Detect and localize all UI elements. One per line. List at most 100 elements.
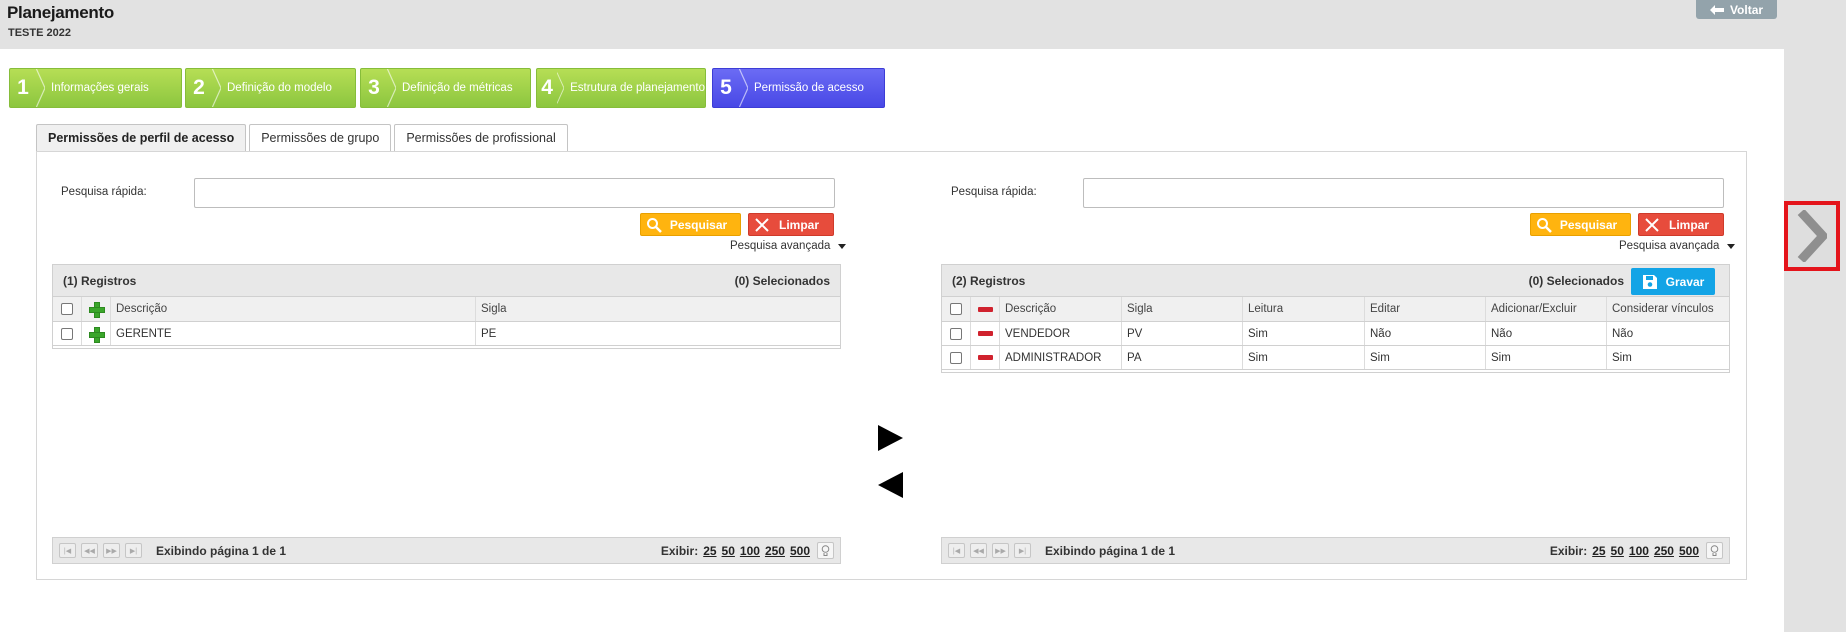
page-size-50[interactable]: 50 [1611,544,1624,558]
step-separator-icon [557,72,565,104]
left-advanced-search[interactable]: Pesquisa avançada [730,240,847,252]
step-number: 2 [193,76,205,99]
left-records-count: (1) Registros [63,273,137,288]
plus-icon[interactable] [89,326,105,343]
row-checkbox[interactable] [61,327,73,340]
left-clear-button[interactable]: Limpar [748,213,834,236]
left-selected-count: (0) Selecionados [734,273,830,288]
table-row[interactable]: ADMINISTRADOR PA Sim Sim Sim Sim [942,346,1729,370]
column-header-sigla[interactable]: Sigla [1122,297,1243,321]
table-row[interactable]: GERENTE PE [53,322,840,346]
cell-leitura[interactable]: Sim [1243,346,1365,369]
cell-considerar-vinculos[interactable]: Sim [1607,346,1729,369]
cell-adicionar-excluir[interactable]: Não [1486,322,1607,345]
right-advanced-search-label: Pesquisa avançada [1619,240,1720,252]
left-pager-nav: |◀ ◀◀ ▶▶ ▶| [59,543,142,558]
page-size-100[interactable]: 100 [740,544,760,558]
next-page-icon[interactable]: ▶▶ [103,543,120,558]
right-pager-info: Exibindo página 1 de 1 [1045,543,1176,558]
cell-descricao: ADMINISTRADOR [1000,346,1122,369]
page-size-100[interactable]: 100 [1629,544,1649,558]
x-icon [1639,217,1665,232]
right-select-all-checkbox[interactable] [950,303,962,315]
left-search-button[interactable]: Pesquisar [640,213,741,236]
minus-icon[interactable] [977,306,993,312]
tab-perfil-de-acesso[interactable]: Permissões de perfil de acesso [36,124,247,151]
page-size-25[interactable]: 25 [703,544,716,558]
cell-considerar-vinculos[interactable]: Não [1607,322,1729,345]
step-permissao-de-acesso[interactable]: 5 Permissão de acesso [712,68,885,108]
row-remove-cell [971,346,1000,369]
page-size-500[interactable]: 500 [790,544,810,558]
page-size-250[interactable]: 250 [1654,544,1674,558]
column-header-considerar-vinculos[interactable]: Considerar vínculos [1607,297,1729,321]
row-checkbox[interactable] [950,351,962,364]
next-page-icon[interactable]: ▶▶ [992,543,1009,558]
cell-adicionar-excluir[interactable]: Sim [1486,346,1607,369]
prev-page-icon[interactable]: ◀◀ [970,543,987,558]
chevron-right-icon [1797,210,1827,262]
minus-icon[interactable] [977,331,993,336]
step-estrutura-de-planejamento[interactable]: 4 Estrutura de planejamento [536,68,706,108]
left-grid-header: (1) Registros (0) Selecionados [53,265,840,297]
page-size-50[interactable]: 50 [722,544,735,558]
step-definicao-de-metricas[interactable]: 3 Definição de métricas [360,68,531,108]
plus-icon[interactable] [89,302,105,318]
left-select-all-checkbox[interactable] [61,303,73,315]
row-checkbox[interactable] [950,327,962,340]
step-informacoes-gerais[interactable]: 1 Informações gerais [9,68,182,108]
page-size-250[interactable]: 250 [765,544,785,558]
column-header-leitura[interactable]: Leitura [1243,297,1365,321]
right-page-size: Exibir: 25 50 100 250 500 [1550,542,1723,559]
back-button[interactable]: Voltar [1696,0,1777,19]
column-header-sigla[interactable]: Sigla [476,297,840,321]
right-rail [1784,49,1846,632]
cell-leitura[interactable]: Sim [1243,322,1365,345]
row-checkbox-cell [942,346,971,369]
first-page-icon[interactable]: |◀ [948,543,965,558]
cell-editar[interactable]: Sim [1365,346,1486,369]
right-search-button-label: Pesquisar [1559,217,1618,232]
table-row[interactable]: VENDEDOR PV Sim Não Não Não [942,322,1729,346]
right-search-button[interactable]: Pesquisar [1530,213,1631,236]
lightbulb-icon[interactable] [1706,542,1723,559]
first-page-icon[interactable]: |◀ [59,543,76,558]
prev-page-icon[interactable]: ◀◀ [81,543,98,558]
lightbulb-icon[interactable] [817,542,834,559]
left-search-input[interactable] [194,178,835,208]
step-definicao-do-modelo[interactable]: 2 Definição do modelo [185,68,356,108]
column-header-adicionar-excluir[interactable]: Adicionar/Excluir [1486,297,1607,321]
column-header-descricao[interactable]: Descrição [1000,297,1122,321]
left-add-all-cell [82,297,111,321]
page-size-25[interactable]: 25 [1592,544,1605,558]
cell-editar[interactable]: Não [1365,322,1486,345]
right-clear-button[interactable]: Limpar [1638,213,1724,236]
page-size-500[interactable]: 500 [1679,544,1699,558]
minus-icon[interactable] [977,355,993,360]
left-pager: |◀ ◀◀ ▶▶ ▶| Exibindo página 1 de 1 Exibi… [52,537,841,564]
save-button[interactable]: Gravar [1631,268,1715,295]
column-header-descricao[interactable]: Descrição [111,297,476,321]
move-right-button[interactable] [878,425,903,451]
right-selected-count: (0) Selecionados [1528,273,1624,288]
move-left-button[interactable] [878,472,903,498]
tab-profissional[interactable]: Permissões de profissional [394,124,568,151]
arrow-left-icon [1709,4,1724,15]
step-label: Definição de métricas [402,82,513,94]
right-advanced-search[interactable]: Pesquisa avançada [1619,240,1736,252]
row-add-cell [82,322,111,345]
tab-grupo[interactable]: Permissões de grupo [249,124,392,151]
step-separator-icon [387,69,396,107]
right-clear-button-label: Limpar [1668,217,1709,232]
row-checkbox-cell [942,322,971,345]
column-header-editar[interactable]: Editar [1365,297,1486,321]
left-pager-info: Exibindo página 1 de 1 [156,543,287,558]
magnifier-icon [641,217,667,233]
next-step-button[interactable] [1784,201,1840,271]
last-page-icon[interactable]: ▶| [1014,543,1031,558]
step-label: Definição do modelo [227,82,332,94]
right-search-input[interactable] [1083,178,1724,208]
step-number: 1 [17,76,29,99]
row-checkbox-cell [53,322,82,345]
last-page-icon[interactable]: ▶| [125,543,142,558]
